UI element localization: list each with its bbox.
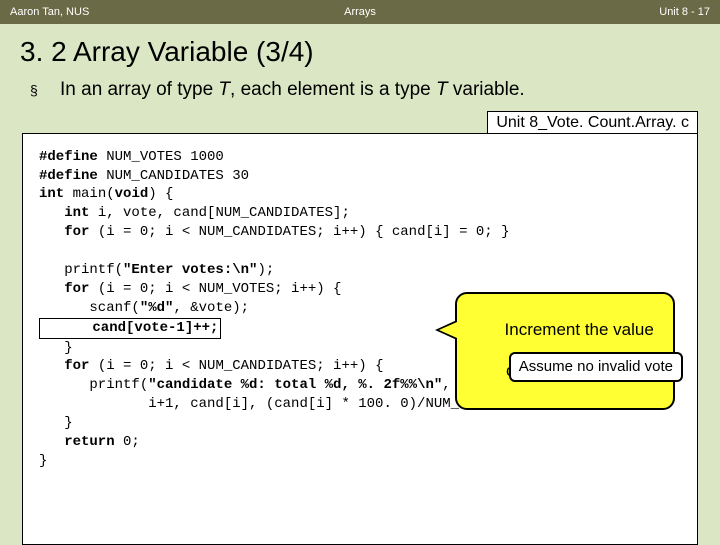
- bullet-marker: §: [30, 78, 60, 98]
- callout-assume: Assume no invalid vote: [509, 352, 683, 382]
- source-file-label: Unit 8_Vote. Count.Array. c: [487, 111, 698, 135]
- code-area: Unit 8_Vote. Count.Array. c #define NUM_…: [22, 133, 698, 545]
- slide-header: Aaron Tan, NUS Arrays Unit 8 - 17: [0, 0, 720, 24]
- header-unit: Unit 8 - 17: [659, 6, 710, 18]
- code-listing: #define NUM_VOTES 1000 #define NUM_CANDI…: [22, 133, 698, 545]
- bullet-text: In an array of type T, each element is a…: [60, 78, 690, 103]
- callout-increment: Increment the value of an array element: [455, 292, 675, 410]
- bullet-item: § In an array of type T, each element is…: [0, 78, 720, 111]
- slide-title: 3. 2 Array Variable (3/4): [0, 24, 720, 78]
- header-topic: Arrays: [344, 6, 376, 18]
- header-author: Aaron Tan, NUS: [10, 6, 89, 18]
